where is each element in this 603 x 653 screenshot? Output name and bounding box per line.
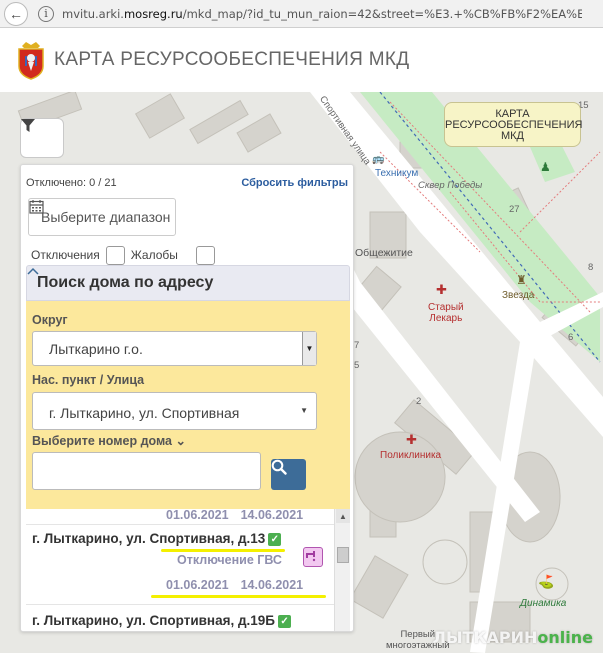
result-address[interactable]: г. Лыткарино, ул. Спортивная, д.13 ✓ — [32, 531, 282, 546]
label-skver: Сквер Победы — [418, 180, 483, 191]
highlight-underline — [151, 595, 326, 598]
bus-stop-icon[interactable]: 🚌 — [372, 154, 384, 165]
pharmacy-icon[interactable]: ✚ — [436, 282, 447, 298]
dropdown-caret-icon: ▼ — [300, 406, 308, 415]
reset-filters-link[interactable]: Сбросить фильтры — [241, 177, 348, 189]
result-address[interactable]: г. Лыткарино, ул. Спортивная, д.19Б ✓ — [32, 613, 292, 628]
watermark-text-accent: online — [537, 628, 593, 647]
hospital-icon[interactable]: ✚ — [406, 432, 417, 448]
watermark-logo: ЛЫТКАРИНonline — [433, 628, 593, 647]
results-scrollbar[interactable]: ▲ — [334, 509, 350, 631]
url-field[interactable]: mvitu.arki.mosreg.ru/mkd_map/?id_tu_mun_… — [62, 7, 582, 21]
url-path: /mkd_map/?id_tu_mun_raion=42&street=%E3.… — [182, 6, 582, 21]
house-number-label[interactable]: Выберите номер дома ⌄ — [32, 433, 186, 448]
poi-tehnikum[interactable]: Техникум — [375, 168, 418, 179]
poi-dinamika[interactable]: Динамика — [520, 598, 566, 609]
page-title: КАРТА РЕСУРСООБЕСПЕЧЕНИЯ МКД — [54, 49, 410, 70]
address-search-header[interactable]: Поиск дома по адресу — [26, 265, 350, 301]
sport-icon[interactable]: ⛳ — [538, 574, 554, 590]
filter-button[interactable] — [20, 118, 64, 158]
highlight-underline — [161, 549, 285, 552]
label-obschezhitie: Общежитие — [355, 247, 413, 259]
filter-icon — [21, 119, 35, 132]
locality-value: г. Лыткарино, ул. Спортивная — [49, 405, 240, 421]
complaints-label: Жалобы — [130, 248, 178, 262]
date-start: 01.06.2021 — [166, 509, 229, 522]
browser-address-bar: ← i mvitu.arki.mosreg.ru/mkd_map/?id_tu_… — [0, 0, 603, 28]
district-select[interactable]: Лыткарино г.о. ▼ — [32, 331, 317, 366]
monument-icon[interactable]: ♜ — [516, 273, 527, 287]
date-start: 01.06.2021 — [166, 578, 229, 592]
back-arrow-icon[interactable]: ← — [4, 1, 28, 26]
result-dates: 01.06.2021 14.06.2021 — [166, 578, 303, 592]
poi-zvezda[interactable]: Звезда — [502, 290, 534, 301]
divider — [26, 604, 334, 605]
watermark-text: ЛЫТКАРИН — [432, 628, 538, 647]
scroll-up-icon[interactable]: ▲ — [336, 509, 350, 523]
poi-stary-lekar-line1: Старый — [428, 302, 464, 313]
address-search-title: Поиск дома по адресу — [37, 274, 214, 291]
result-address-text: г. Лыткарино, ул. Спортивная, д.13 — [32, 531, 266, 546]
date-range-input[interactable]: Выберите диапазон — [28, 198, 176, 236]
disabled-count: Отключено: 0 / 21 — [26, 177, 117, 189]
date-end: 14.06.2021 — [240, 509, 304, 522]
house-number: 6 — [568, 332, 574, 343]
playground-icon[interactable]: ♟ — [540, 160, 551, 174]
house-number: 5 — [354, 360, 360, 371]
poi-stary-lekar[interactable]: Старый Лекарь — [428, 302, 464, 324]
results-list[interactable]: 01.06.2021 14.06.2021 г. Лыткарино, ул. С… — [26, 509, 350, 631]
panel-top-row: Отключено: 0 / 21 Сбросить фильтры — [26, 177, 350, 189]
map-canvas[interactable]: Спортивная улица 🚌 Техникум Сквер Победы… — [0, 92, 603, 653]
coat-of-arms-icon — [18, 42, 44, 80]
divider — [26, 524, 334, 525]
result-dates: 01.06.2021 14.06.2021 — [166, 509, 303, 522]
house-number-input[interactable] — [32, 452, 261, 490]
search-button[interactable] — [271, 459, 306, 490]
date-end: 14.06.2021 — [240, 578, 304, 592]
complaints-checkbox[interactable] — [195, 245, 215, 265]
result-address-text: г. Лыткарино, ул. Спортивная, д.19Б — [32, 613, 276, 628]
address-search-body: Округ Лыткарино г.о. ▼ Нас. пункт / Улиц… — [26, 301, 350, 509]
chevron-up-icon — [27, 267, 39, 275]
district-value: Лыткарино г.о. — [49, 341, 143, 357]
date-range-placeholder: Выберите диапазон — [41, 209, 171, 225]
checkmark-icon: ✓ — [278, 614, 292, 628]
url-prefix: mvitu.arki. — [62, 6, 124, 21]
site-header: КАРТА РЕСУРСООБЕСПЕЧЕНИЯ МКД — [0, 28, 603, 92]
search-icon — [271, 459, 287, 475]
locality-select[interactable]: г. Лыткарино, ул. Спортивная ▼ — [32, 392, 317, 430]
calendar-icon — [29, 200, 44, 214]
tooltip-line: МКД — [500, 130, 525, 142]
tap-icon — [306, 551, 316, 562]
filter-checkboxes: Отключения Жалобы — [31, 245, 221, 265]
poi-stary-lekar-line2: Лекарь — [429, 313, 463, 324]
hot-water-outage-icon — [303, 547, 323, 567]
map-tooltip: КАРТА РЕСУРСООБЕСПЕЧЕНИЯ МКД — [444, 102, 582, 147]
outage-type: Отключение ГВС — [177, 553, 282, 567]
house-number: 2 — [416, 396, 422, 407]
district-label: Округ — [32, 313, 68, 327]
checkmark-icon: ✓ — [268, 532, 282, 546]
house-number: 27 — [509, 204, 520, 215]
dropdown-arrow-icon: ▼ — [302, 332, 316, 365]
filter-panel: Отключено: 0 / 21 Сбросить фильтры Выбер… — [20, 164, 354, 632]
house-number: 7 — [354, 340, 360, 351]
house-number: 8 — [588, 262, 594, 273]
locality-label: Нас. пункт / Улица — [32, 373, 145, 387]
outages-label: Отключения — [31, 248, 100, 262]
url-domain: mosreg.ru — [123, 6, 183, 21]
info-icon[interactable]: i — [38, 5, 54, 22]
scroll-thumb[interactable] — [337, 547, 349, 563]
outages-checkbox[interactable] — [105, 245, 125, 265]
poi-poliklinika[interactable]: Поликлиника — [380, 450, 441, 461]
